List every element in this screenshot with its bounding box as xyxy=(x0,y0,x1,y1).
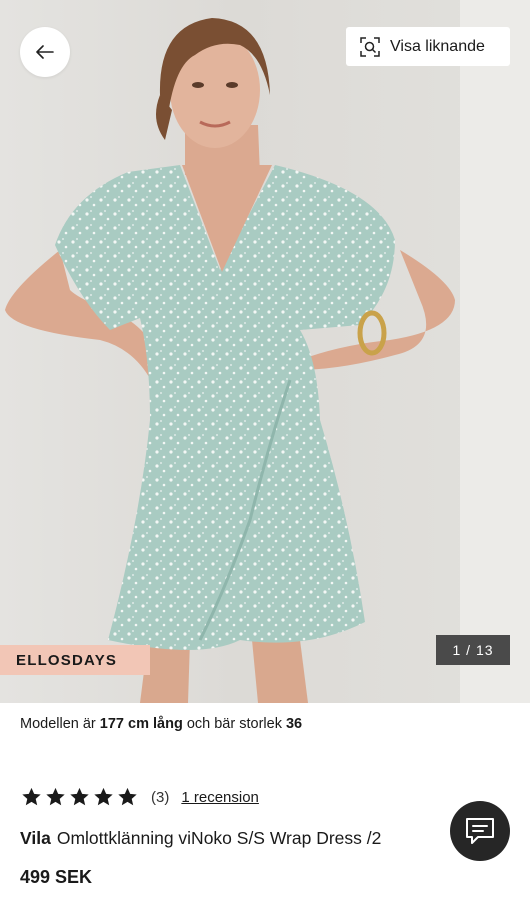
model-size: 36 xyxy=(285,716,303,732)
rating-count: (3) xyxy=(151,788,170,806)
back-button[interactable] xyxy=(20,27,70,77)
visual-search-icon xyxy=(360,36,380,57)
model-size-info: Modellen är 177 cm lång och bär storlek … xyxy=(20,716,302,732)
show-similar-label: Visa liknande xyxy=(390,37,485,55)
show-similar-button[interactable]: Visa liknande xyxy=(346,27,510,66)
reviews-link[interactable]: 1 recension xyxy=(181,789,259,806)
product-photo xyxy=(5,18,455,703)
product-title: Vila Omlottklänning viNoko S/S Wrap Dress… xyxy=(20,828,381,849)
image-counter: 1 / 13 xyxy=(436,635,510,665)
customer-chat-button[interactable] xyxy=(450,801,510,861)
model-info-prefix: Modellen är xyxy=(20,716,100,732)
star-icon xyxy=(118,787,137,806)
star-icon xyxy=(70,787,89,806)
model-height: 177 cm lång xyxy=(99,716,183,732)
model-info-middle: och bär storlek xyxy=(182,716,286,732)
product-rating: (3) 1 recension xyxy=(20,786,259,808)
star-icon xyxy=(22,787,41,806)
chat-icon xyxy=(466,818,494,844)
star-icon xyxy=(46,787,65,806)
brand-name[interactable]: Vila xyxy=(20,828,51,848)
product-image-carousel[interactable]: Visa liknande ELLOSDAYS 1 / 13 xyxy=(0,0,530,703)
product-name: Omlottklänning viNoko S/S Wrap Dress /2 xyxy=(56,828,382,848)
star-icon xyxy=(94,787,113,806)
arrow-left-icon xyxy=(36,45,54,59)
product-price: 499 SEK xyxy=(20,867,93,887)
promo-badge: ELLOSDAYS xyxy=(0,645,150,675)
star-rating xyxy=(20,786,139,808)
